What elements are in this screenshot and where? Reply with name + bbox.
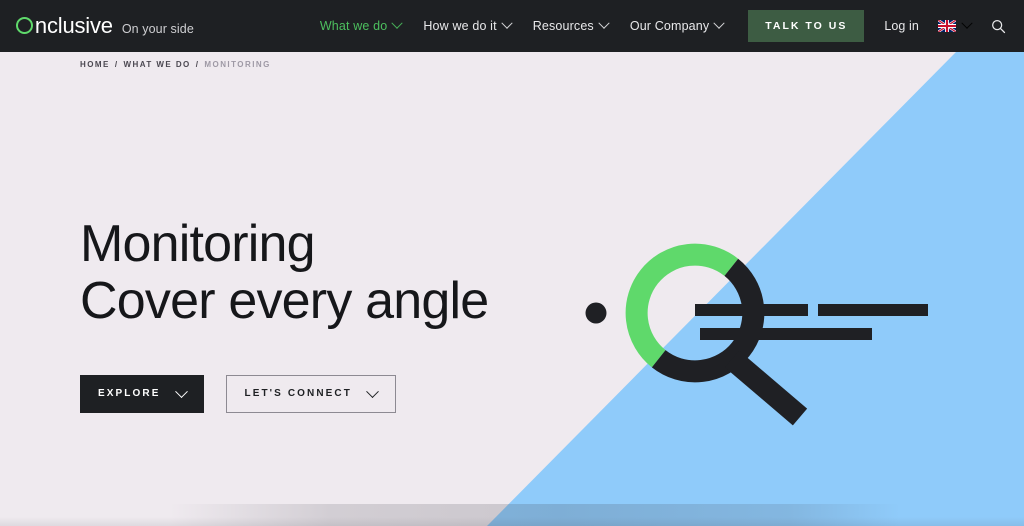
nav-item-label: What we do <box>319 19 388 33</box>
logo-rest: nclusive <box>34 13 113 38</box>
page-subtitle: Cover every angle <box>80 272 489 331</box>
nav-item-label: Our Company <box>629 19 710 33</box>
site-header: Onclusive On your side What we do How we… <box>0 0 1024 52</box>
nav-item-label: Resources <box>532 19 594 33</box>
logo-tagline: On your side <box>121 22 194 36</box>
line-1a <box>695 304 808 316</box>
nav-item-resources[interactable]: Resources <box>522 0 619 52</box>
nav-item-how-we-do-it[interactable]: How we do it <box>412 0 521 52</box>
search-icon <box>992 19 1006 33</box>
main-navigation: What we do How we do it Resources Our Co… <box>309 0 1024 52</box>
nav-item-what-we-do[interactable]: What we do <box>309 0 413 52</box>
breadcrumb: HOME / WHAT WE DO / MONITORING <box>80 60 271 69</box>
magnifier-handle <box>724 350 808 426</box>
magnifying-glass-graphic <box>560 230 980 450</box>
lets-connect-button[interactable]: LET'S CONNECT <box>225 375 396 414</box>
chevron-down-icon <box>598 17 610 29</box>
lets-connect-button-label: LET'S CONNECT <box>244 388 352 400</box>
page-root: Onclusive On your side What we do How we… <box>0 0 1024 526</box>
chevron-down-icon <box>961 17 973 29</box>
hero-actions: EXPLORE LET'S CONNECT <box>80 375 488 414</box>
uk-flag-icon <box>938 20 956 32</box>
language-selector[interactable] <box>938 17 973 32</box>
logo[interactable]: Onclusive On your side <box>16 15 194 37</box>
chevron-down-icon <box>713 17 725 29</box>
explore-button-label: EXPLORE <box>98 388 161 400</box>
logo-o-ring-icon <box>16 17 33 34</box>
chevron-down-icon <box>391 17 404 29</box>
talk-to-us-button[interactable]: TALK TO US <box>748 9 865 43</box>
chevron-down-icon <box>174 384 188 398</box>
line-1b <box>818 304 928 316</box>
logo-wordmark: Onclusive <box>16 15 113 37</box>
breadcrumb-separator: / <box>114 60 119 69</box>
line-2 <box>700 328 872 340</box>
breadcrumb-item-home[interactable]: HOME <box>80 60 110 69</box>
search-button[interactable] <box>991 19 1006 34</box>
breadcrumb-separator: / <box>195 60 200 69</box>
nav-item-label: How we do it <box>423 19 497 33</box>
page-title: Monitoring <box>80 215 316 273</box>
dot-shape <box>585 302 607 324</box>
explore-button[interactable]: EXPLORE <box>80 375 204 414</box>
hero-section: Monitoring Cover every angle EXPLORE LET… <box>80 215 489 414</box>
breadcrumb-item-what-we-do[interactable]: WHAT WE DO <box>124 60 191 69</box>
magnifying-glass-svg <box>585 243 928 426</box>
chevron-down-icon <box>501 17 513 29</box>
breadcrumb-item-monitoring: MONITORING <box>204 60 271 69</box>
chevron-down-icon <box>366 384 379 398</box>
nav-item-our-company[interactable]: Our Company <box>619 0 734 52</box>
login-link[interactable]: Log in <box>884 19 919 33</box>
